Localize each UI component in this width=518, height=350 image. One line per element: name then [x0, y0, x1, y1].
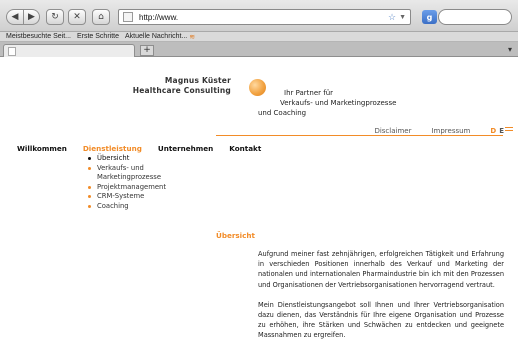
stop-icon: ✕	[73, 12, 81, 22]
url-dropdown-icon[interactable]: ▼	[399, 14, 406, 21]
main-navigation: Willkommen Dienstleistung Unternehmen Ko…	[17, 144, 261, 153]
section-title: Übersicht	[216, 231, 255, 240]
url-bar[interactable]: http://www. ☆ ▼	[118, 9, 411, 25]
home-button[interactable]: ⌂	[92, 9, 110, 25]
service-links: Disclaimer Impressum D E	[374, 127, 504, 135]
back-arrow-icon: ◀	[11, 12, 19, 22]
bookmark-meistbesuchte[interactable]: Meistbesuchte Seit...	[6, 33, 71, 40]
nav-unternehmen[interactable]: Unternehmen	[158, 144, 213, 153]
company-name-line1: Magnus Küster	[164, 76, 231, 85]
company-name-line2: Healthcare Consulting	[132, 86, 231, 95]
subnav-crm-systeme[interactable]: CRM-Systeme	[88, 192, 166, 202]
disclaimer-link[interactable]: Disclaimer	[374, 127, 411, 135]
reload-button[interactable]: ↻	[46, 9, 64, 25]
forward-arrow-icon: ▶	[28, 12, 35, 22]
lang-en-link[interactable]: E	[499, 127, 504, 135]
nav-willkommen[interactable]: Willkommen	[17, 144, 67, 153]
header-divider	[216, 135, 503, 136]
nav-kontakt[interactable]: Kontakt	[229, 144, 261, 153]
lang-de-link[interactable]: D	[490, 127, 496, 135]
subnav-coaching[interactable]: Coaching	[88, 202, 166, 212]
bookmark-star-icon[interactable]: ☆	[388, 12, 396, 23]
bookmarks-bar: Meistbesuchte Seit... Erste Schritte Akt…	[0, 32, 518, 42]
site-favicon-icon	[123, 12, 133, 22]
nav-dienstleistung[interactable]: Dienstleistung	[83, 144, 142, 153]
bookmark-erste-schritte[interactable]: Erste Schritte	[77, 33, 119, 40]
web-page: Magnus Küster Healthcare Consulting Ihr …	[0, 58, 518, 350]
url-text[interactable]: http://www.	[139, 13, 388, 22]
subnav-verkauf-line1: Verkaufs- und	[97, 163, 144, 172]
body-text: Aufgrund meiner fast zehnjährigen, erfol…	[258, 249, 504, 350]
stop-button[interactable]: ✕	[68, 9, 86, 25]
paragraph-services: Mein Dienstleistungsangebot soll Ihnen u…	[258, 300, 504, 340]
sub-navigation: Übersicht Verkaufs- und Marketingprozess…	[88, 154, 166, 211]
tab-favicon-icon	[8, 47, 16, 56]
rss-icon: ≋	[189, 33, 196, 41]
subnav-verkauf-line2: Marketingprozesse	[97, 173, 162, 181]
forward-button[interactable]: ▶	[24, 9, 40, 25]
new-tab-button[interactable]: +	[140, 45, 154, 56]
tagline-line2: Verkaufs- und Marketingprozesse	[280, 99, 397, 107]
subnav-uebersicht[interactable]: Übersicht	[88, 154, 166, 164]
paragraph-experience: Aufgrund meiner fast zehnjährigen, erfol…	[258, 250, 504, 289]
subnav-projektmanagement[interactable]: Projektmanagement	[88, 183, 166, 193]
search-engine-icon[interactable]: g	[422, 10, 437, 24]
reload-icon: ↻	[51, 12, 59, 22]
search-input[interactable]	[438, 9, 512, 25]
subnav-verkauf-marketing[interactable]: Verkaufs- und Marketingprozesse	[88, 164, 166, 183]
bookmark-aktuelle-nachrichten[interactable]: Aktuelle Nachricht...	[125, 33, 187, 40]
tagline-line3: und Coaching	[258, 109, 307, 117]
company-name: Magnus Küster Healthcare Consulting	[133, 76, 231, 96]
browser-tab[interactable]	[3, 44, 135, 57]
tab-list-icon[interactable]: ▾	[508, 45, 512, 54]
tagline: Ihr Partner für Verkaufs- und Marketingp…	[258, 88, 418, 118]
home-icon: ⌂	[98, 12, 104, 22]
impressum-link[interactable]: Impressum	[431, 127, 470, 135]
hamburger-menu-icon[interactable]	[505, 127, 513, 133]
language-switcher: D E	[490, 127, 504, 135]
browser-toolbar: ◀ ▶ ↻ ✕ ⌂ http://www. ☆ ▼ g	[0, 0, 518, 32]
tab-bar: + ▾	[0, 42, 518, 57]
tagline-line1: Ihr Partner für	[284, 89, 334, 97]
back-button[interactable]: ◀	[6, 9, 24, 25]
